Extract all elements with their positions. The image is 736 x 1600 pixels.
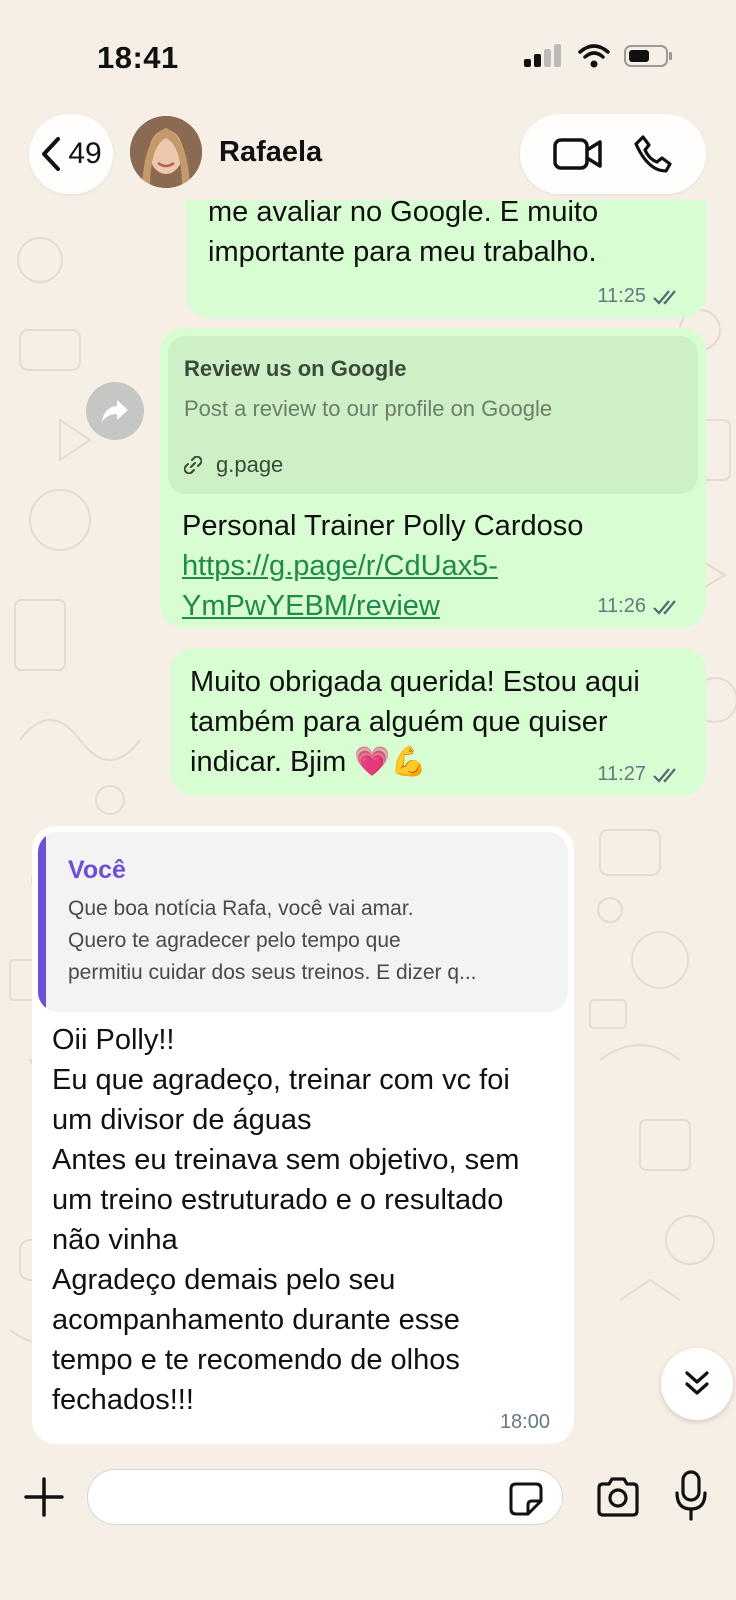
message-text-line: Eu que agradeço, treinar com vc foi: [52, 1064, 510, 1096]
link-preview-card[interactable]: Review us on Google Post a review to our…: [168, 336, 698, 494]
quoted-message[interactable]: Você Que boa notícia Rafa, você vai amar…: [38, 832, 568, 1012]
message-text-line: também para alguém que quiser: [190, 706, 608, 738]
message-outgoing[interactable]: me avaliar no Google. É muito importante…: [186, 200, 706, 318]
message-composer: [0, 1445, 736, 1600]
message-meta: 18:00: [500, 1411, 550, 1434]
message-meta: 11:27: [597, 763, 682, 786]
message-input[interactable]: [87, 1469, 563, 1525]
double-check-icon: [653, 599, 676, 615]
message-text-line: fechados!!!: [52, 1384, 194, 1416]
double-check-icon: [653, 767, 676, 783]
message-text-line: tempo e te recomendo de olhos: [52, 1344, 460, 1376]
message-body: Oii Polly!! Eu que agradeço, treinar com…: [52, 1020, 519, 1420]
quote-author: Você: [68, 856, 126, 884]
message-list[interactable]: me avaliar no Google. É muito importante…: [0, 200, 736, 1445]
quote-text-line: Que boa notícia Rafa, você vai amar.: [68, 897, 414, 920]
chevron-left-icon: [42, 137, 61, 171]
quote-text-line: permitiu cuidar dos seus treinos. E dize…: [68, 961, 477, 984]
forward-icon: [102, 400, 128, 422]
chat-header: 49 Rafaela: [0, 110, 736, 200]
message-link-line: https://g.page/r/CdUax5-: [182, 550, 498, 582]
microphone-icon[interactable]: [674, 1469, 708, 1523]
message-text-line: importante para meu trabalho.: [208, 236, 597, 268]
unread-count: 49: [68, 137, 102, 170]
avatar-photo: [130, 116, 202, 188]
phone-call-icon[interactable]: [633, 134, 673, 174]
message-time: 18:00: [499, 1411, 550, 1433]
message-text-line: indicar. Bjim 💗💪: [190, 746, 427, 778]
message-text-line: Antes eu treinava sem objetivo, sem: [52, 1144, 520, 1176]
battery-icon: [624, 45, 672, 67]
cellular-signal-icon: [524, 44, 561, 67]
message-link[interactable]: https://g.page/r/CdUax5- YmPwYEBM/review: [182, 546, 583, 626]
double-chevron-down-icon: [685, 1371, 709, 1395]
quote-text: Que boa notícia Rafa, você vai amar. Que…: [68, 893, 548, 989]
message-incoming[interactable]: Você Que boa notícia Rafa, você vai amar…: [32, 826, 574, 1444]
double-check-icon: [653, 289, 676, 305]
message-text-line: acompanhamento durante esse: [52, 1304, 460, 1336]
message-text-line: Muito obrigada querida! Estou aqui: [190, 666, 640, 698]
contact-name[interactable]: Rafaela: [219, 136, 322, 169]
scroll-to-bottom-button[interactable]: [661, 1348, 733, 1420]
message-text-line: um treino estruturado e o resultado: [52, 1184, 504, 1216]
video-call-icon[interactable]: [553, 137, 603, 171]
status-time: 18:41: [97, 40, 179, 75]
sticker-icon[interactable]: [508, 1481, 544, 1517]
forward-button[interactable]: [86, 382, 144, 440]
attach-plus-icon[interactable]: [22, 1475, 66, 1519]
message-text: Personal Trainer Polly Cardoso: [182, 510, 584, 542]
message-outgoing[interactable]: Muito obrigada querida! Estou aqui també…: [170, 648, 706, 796]
message-link-line: YmPwYEBM/review: [182, 590, 440, 622]
message-time: 11:25: [597, 285, 646, 307]
link-preview-domain: g.page: [216, 452, 284, 477]
message-text-line: Oii Polly!!: [52, 1024, 175, 1056]
back-button[interactable]: 49: [29, 114, 113, 194]
message-text-line: um divisor de águas: [52, 1104, 312, 1136]
wifi-icon: [578, 44, 610, 68]
message-meta: 11:26: [597, 595, 682, 618]
message-text-line: não vinha: [52, 1224, 178, 1256]
status-icons: [524, 44, 674, 68]
link-preview-description: Post a review to our profile on Google: [184, 396, 553, 421]
message-time: 11:27: [597, 763, 646, 785]
message-meta: 11:25: [597, 285, 682, 308]
camera-icon[interactable]: [595, 1475, 641, 1519]
status-bar: 18:41: [0, 0, 736, 110]
message-outgoing-link[interactable]: Review us on Google Post a review to our…: [160, 328, 706, 628]
message-time: 11:26: [597, 595, 646, 617]
link-icon: [184, 456, 202, 474]
message-text-line: me avaliar no Google. É muito: [208, 200, 599, 228]
call-actions: [520, 114, 706, 194]
message-text-line: Agradeço demais pelo seu: [52, 1264, 396, 1296]
quote-text-line: Quero te agradecer pelo tempo que: [68, 929, 401, 952]
link-preview-domain-row: g.page: [184, 452, 682, 478]
contact-avatar[interactable]: [130, 116, 202, 188]
link-preview-title: Review us on Google: [184, 356, 407, 381]
quote-accent-bar: [38, 832, 46, 1012]
